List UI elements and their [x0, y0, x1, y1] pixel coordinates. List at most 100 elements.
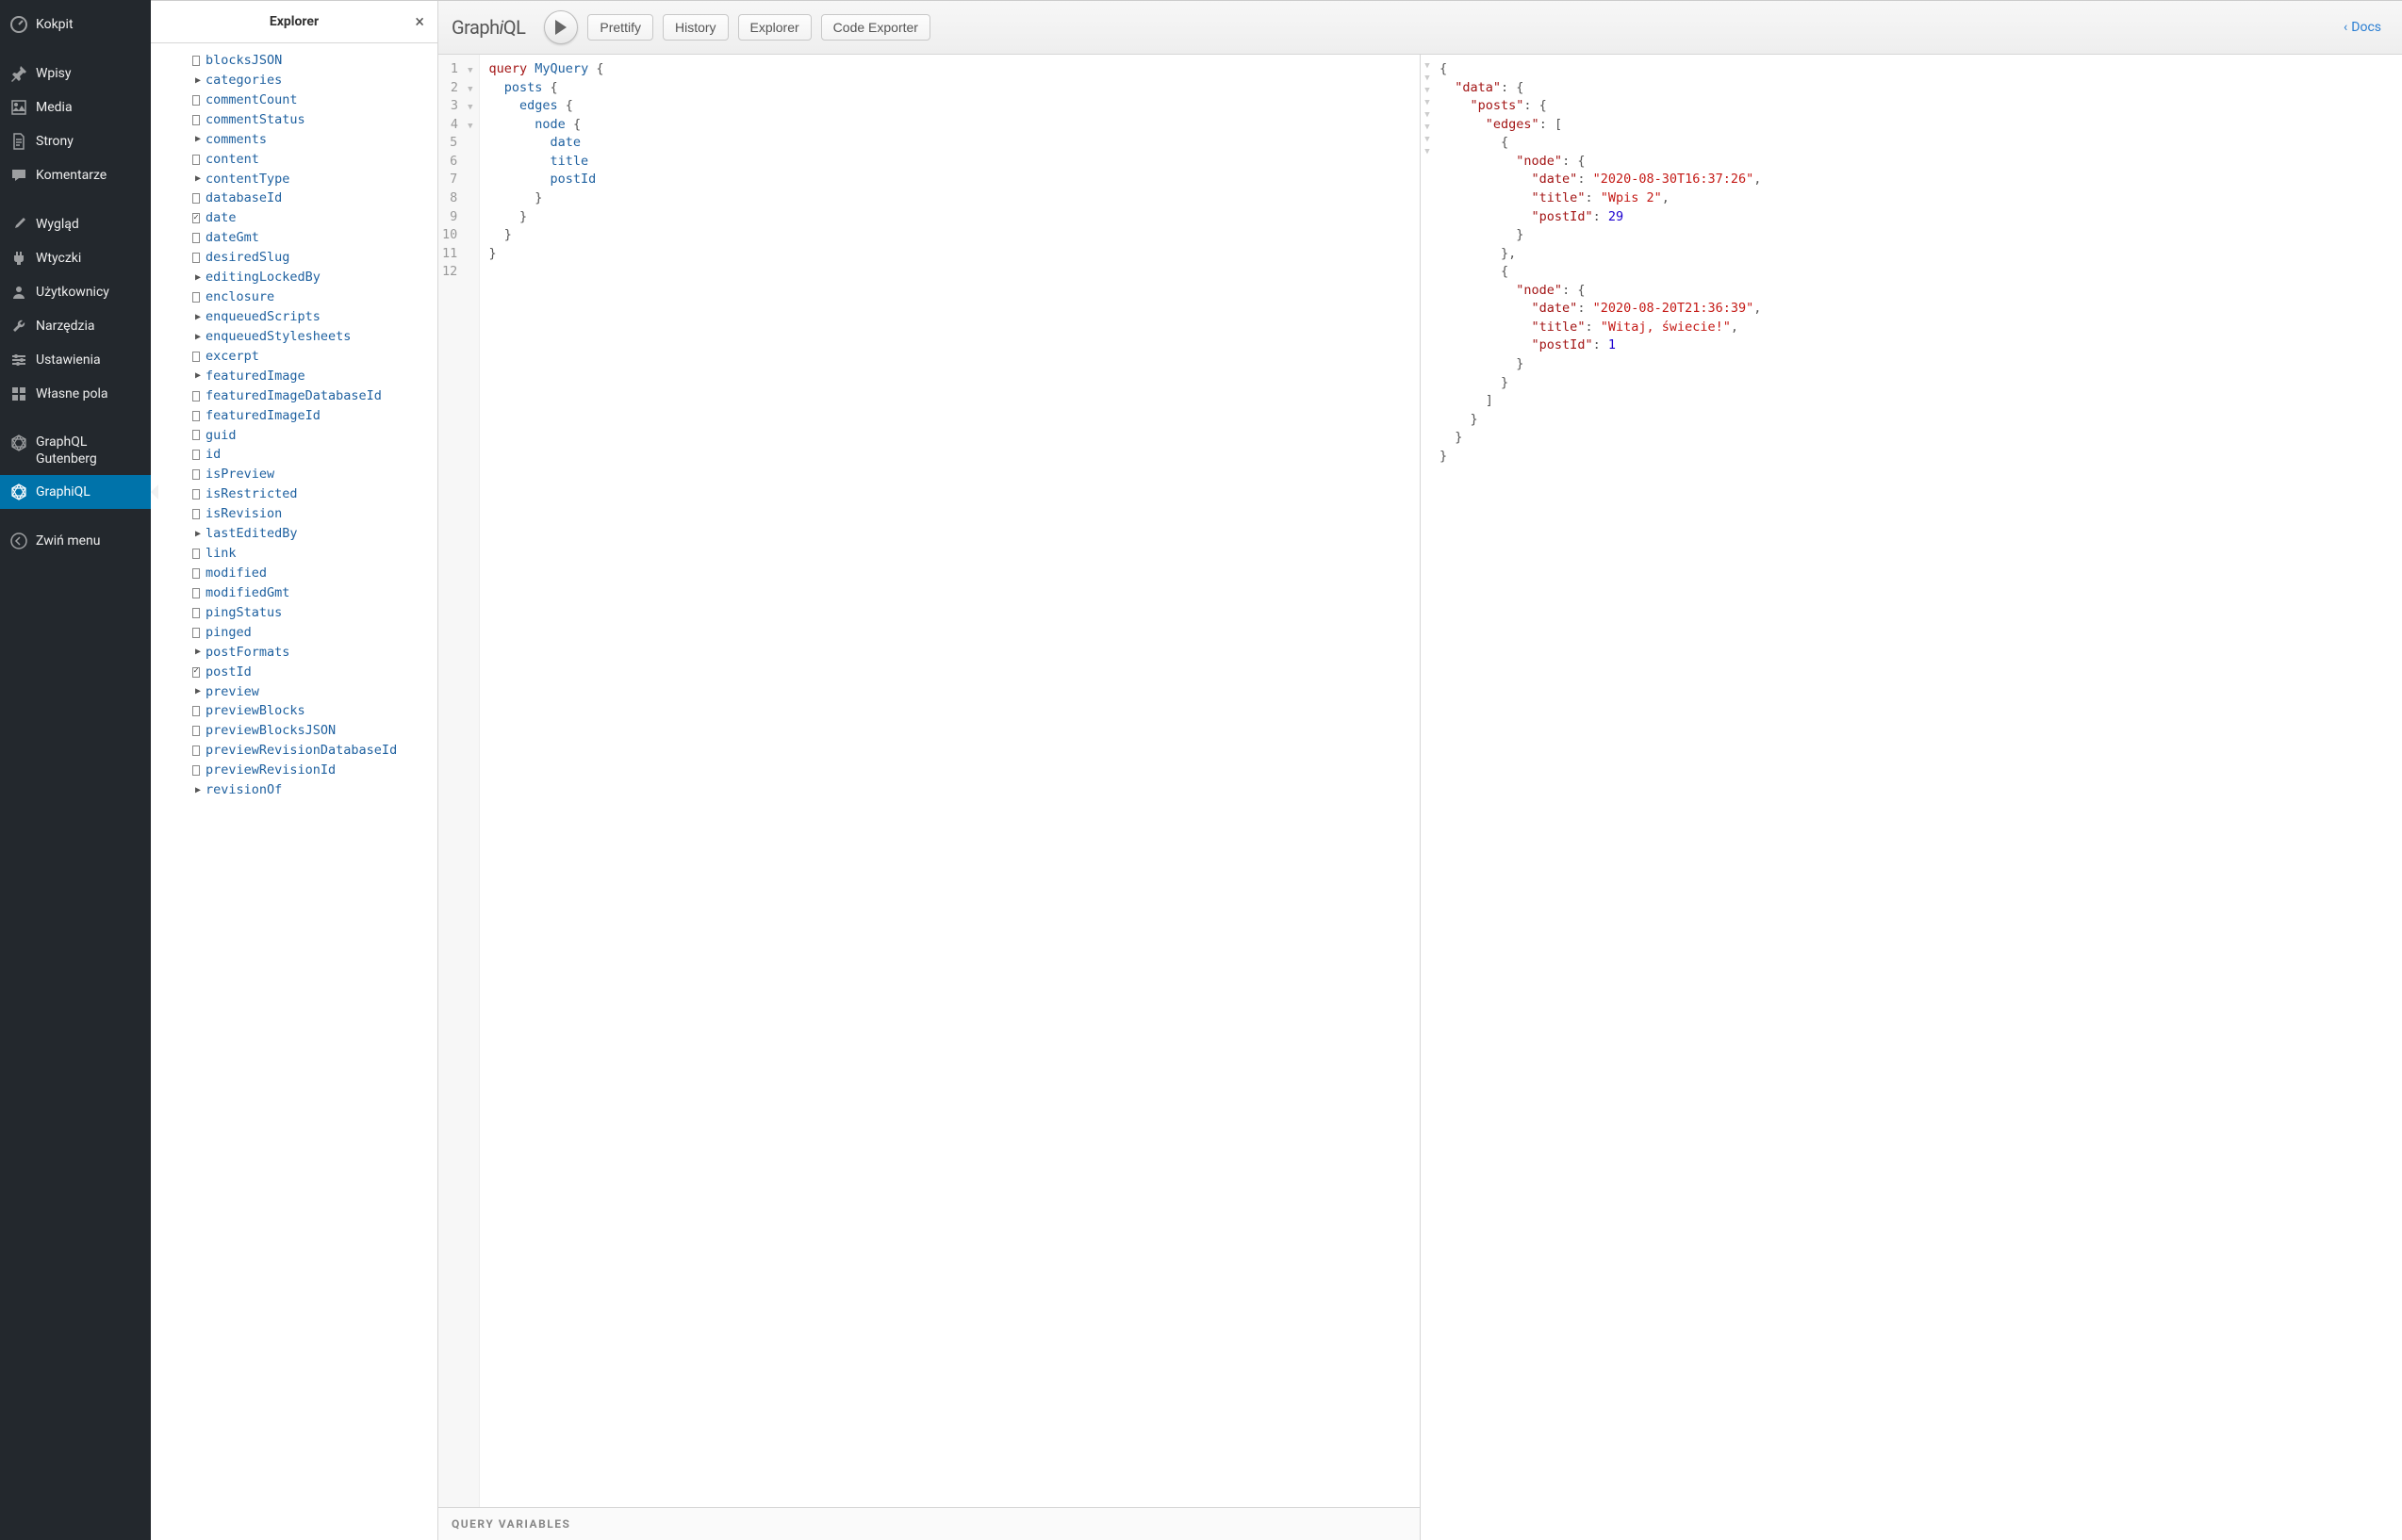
sidebar-item-label: Zwiń menu: [36, 533, 100, 549]
checkbox-icon[interactable]: [192, 568, 200, 579]
explorer-field-commentCount[interactable]: commentCount: [192, 90, 437, 110]
sidebar-item-strony[interactable]: Strony: [0, 124, 151, 158]
checkbox-icon[interactable]: [192, 489, 200, 500]
explorer-field-featuredImage[interactable]: ▶featuredImage: [192, 367, 437, 386]
sidebar-item-graphiql[interactable]: GraphiQL: [0, 475, 151, 509]
sidebar-item-label: Narzędzia: [36, 319, 94, 334]
sidebar-item-komentarze[interactable]: Komentarze: [0, 158, 151, 192]
checkbox-icon[interactable]: [192, 115, 200, 125]
checkbox-icon[interactable]: [192, 450, 200, 460]
explorer-field-commentStatus[interactable]: commentStatus: [192, 110, 437, 130]
sidebar-item-kokpit[interactable]: Kokpit: [0, 8, 151, 41]
result-viewer: ▼▼▼▼▼▼▼▼ { "data": { "posts": { "edges":…: [1421, 55, 2402, 1540]
explorer-field-featuredImageId[interactable]: featuredImageId: [192, 406, 437, 426]
sidebar-item-media[interactable]: Media: [0, 90, 151, 124]
collapse-icon: [9, 532, 28, 550]
sidebar-item-użytkownicy[interactable]: Użytkownicy: [0, 275, 151, 309]
explorer-field-isRevision[interactable]: isRevision: [192, 504, 437, 524]
query-variables-header[interactable]: Query Variables: [438, 1507, 1420, 1540]
media-icon: [9, 98, 28, 117]
checkbox-icon[interactable]: [192, 411, 200, 421]
checkbox-icon[interactable]: [192, 292, 200, 303]
checkbox-icon[interactable]: [192, 155, 200, 165]
checkbox-icon[interactable]: [192, 588, 200, 598]
checkbox-icon[interactable]: [192, 726, 200, 736]
sidebar-item-ustawienia[interactable]: Ustawienia: [0, 343, 151, 377]
docs-button[interactable]: ‹ Docs: [2336, 16, 2389, 39]
sidebar-item-narzędzia[interactable]: Narzędzia: [0, 309, 151, 343]
explorer-field-previewBlocks[interactable]: previewBlocks: [192, 701, 437, 721]
explorer-field-featuredImageDatabaseId[interactable]: featuredImageDatabaseId: [192, 386, 437, 406]
checkbox-icon[interactable]: [192, 193, 200, 204]
checkbox-icon[interactable]: [192, 706, 200, 716]
explorer-field-date[interactable]: ✓date: [192, 208, 437, 228]
checkbox-icon[interactable]: ✓: [192, 213, 200, 223]
explorer-field-content[interactable]: content: [192, 150, 437, 170]
explorer-field-previewRevisionId[interactable]: previewRevisionId: [192, 761, 437, 780]
explorer-field-comments[interactable]: ▶comments: [192, 130, 437, 150]
explorer-field-databaseId[interactable]: databaseId: [192, 188, 437, 208]
code-exporter-button[interactable]: Code Exporter: [821, 14, 930, 41]
sidebar-item-własne-pola[interactable]: Własne pola: [0, 377, 151, 411]
explorer-field-isRestricted[interactable]: isRestricted: [192, 484, 437, 504]
explorer-field-desiredSlug[interactable]: desiredSlug: [192, 248, 437, 268]
explorer-field-enqueuedStylesheets[interactable]: ▶enqueuedStylesheets: [192, 327, 437, 347]
checkbox-icon[interactable]: [192, 628, 200, 638]
sidebar-item-wygląd[interactable]: Wygląd: [0, 207, 151, 241]
explorer-field-blocksJSON[interactable]: blocksJSON: [192, 51, 437, 71]
explorer-field-modifiedGmt[interactable]: modifiedGmt: [192, 583, 437, 603]
sidebar-item-graphql[interactable]: GraphQLGutenberg: [0, 426, 151, 475]
field-name: modifiedGmt: [206, 583, 289, 603]
explorer-field-pinged[interactable]: pinged: [192, 623, 437, 643]
explorer-field-preview[interactable]: ▶preview: [192, 682, 437, 702]
explorer-button[interactable]: Explorer: [738, 14, 812, 41]
explorer-field-isPreview[interactable]: isPreview: [192, 465, 437, 484]
explorer-field-categories[interactable]: ▶categories: [192, 71, 437, 90]
explorer-field-postId[interactable]: ✓postId: [192, 663, 437, 682]
explorer-field-modified[interactable]: modified: [192, 564, 437, 583]
explorer-field-lastEditedBy[interactable]: ▶lastEditedBy: [192, 524, 437, 544]
explorer-field-pingStatus[interactable]: pingStatus: [192, 603, 437, 623]
checkbox-icon[interactable]: [192, 549, 200, 559]
explorer-field-guid[interactable]: guid: [192, 426, 437, 446]
checkbox-icon[interactable]: [192, 391, 200, 401]
checkbox-icon[interactable]: [192, 233, 200, 243]
explorer-field-revisionOf[interactable]: ▶revisionOf: [192, 780, 437, 800]
history-button[interactable]: History: [663, 14, 729, 41]
checkbox-icon[interactable]: [192, 469, 200, 480]
explorer-field-enqueuedScripts[interactable]: ▶enqueuedScripts: [192, 307, 437, 327]
user-icon: [9, 283, 28, 302]
explorer-field-excerpt[interactable]: excerpt: [192, 347, 437, 367]
checkbox-icon[interactable]: [192, 352, 200, 362]
explorer-field-enclosure[interactable]: enclosure: [192, 287, 437, 307]
field-name: editingLockedBy: [206, 268, 321, 287]
explorer-field-link[interactable]: link: [192, 544, 437, 564]
explorer-field-id[interactable]: id: [192, 445, 437, 465]
explorer-field-previewRevisionDatabaseId[interactable]: previewRevisionDatabaseId: [192, 741, 437, 761]
field-name: previewRevisionDatabaseId: [206, 741, 397, 761]
prettify-button[interactable]: Prettify: [587, 14, 653, 41]
checkbox-icon[interactable]: ✓: [192, 667, 200, 678]
explorer-field-dateGmt[interactable]: dateGmt: [192, 228, 437, 248]
checkbox-icon[interactable]: [192, 430, 200, 440]
checkbox-icon[interactable]: [192, 608, 200, 618]
query-editor[interactable]: 1 ▼2 ▼3 ▼4 ▼5 6 7 8 9 10 11 12 query MyQ…: [438, 55, 1420, 1507]
checkbox-icon[interactable]: [192, 765, 200, 776]
checkbox-icon[interactable]: [192, 56, 200, 66]
explorer-field-previewBlocksJSON[interactable]: previewBlocksJSON: [192, 721, 437, 741]
explorer-header: Explorer ×: [151, 1, 437, 43]
explorer-field-postFormats[interactable]: ▶postFormats: [192, 643, 437, 663]
checkbox-icon[interactable]: [192, 253, 200, 263]
explorer-field-contentType[interactable]: ▶contentType: [192, 170, 437, 189]
execute-button[interactable]: [544, 10, 578, 44]
checkbox-icon[interactable]: [192, 509, 200, 519]
sidebar-item-wpisy[interactable]: Wpisy: [0, 57, 151, 90]
sidebar-item-wtyczki[interactable]: Wtyczki: [0, 241, 151, 275]
checkbox-icon[interactable]: [192, 745, 200, 756]
explorer-tree[interactable]: blocksJSON▶categoriescommentCountcomment…: [151, 43, 437, 1540]
checkbox-icon[interactable]: [192, 95, 200, 106]
sidebar-item-zwiń-menu[interactable]: Zwiń menu: [0, 524, 151, 558]
close-icon[interactable]: ×: [415, 12, 424, 32]
query-code[interactable]: query MyQuery { posts { edges { node { d…: [480, 55, 614, 1507]
explorer-field-editingLockedBy[interactable]: ▶editingLockedBy: [192, 268, 437, 287]
